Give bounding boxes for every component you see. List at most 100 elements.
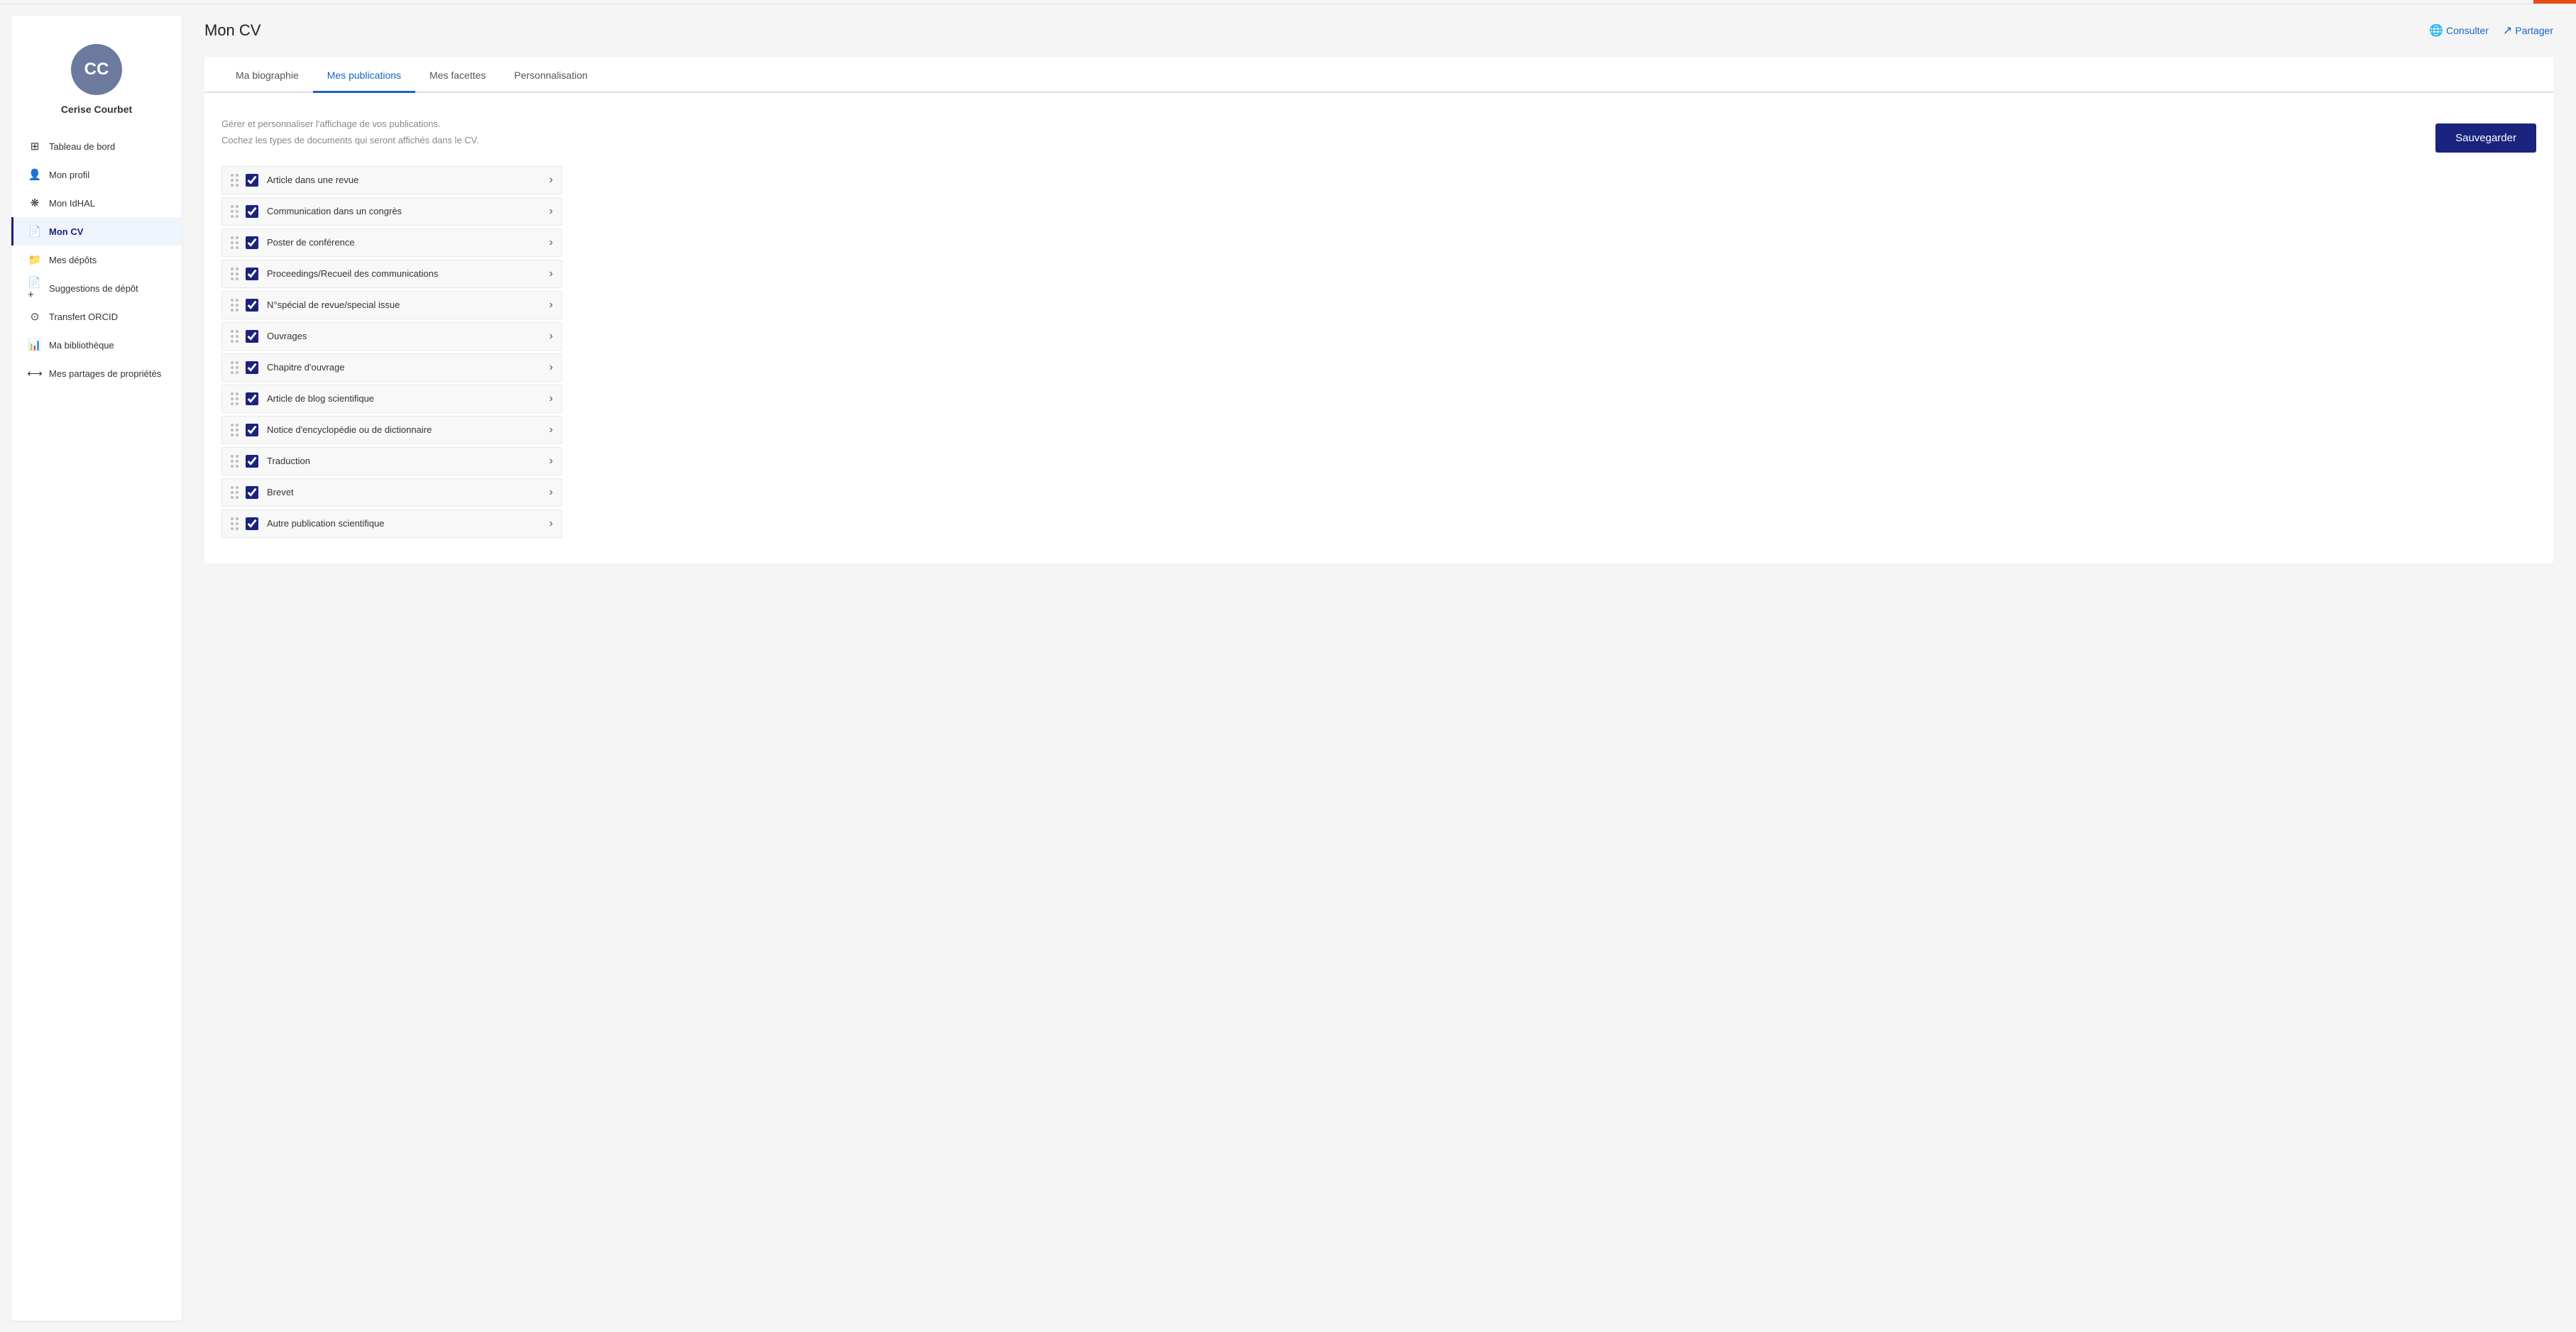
drag-handle-article-blog[interactable] <box>231 392 239 405</box>
pub-item-nspecial-revue[interactable]: N°spécial de revue/special issue › <box>221 291 562 319</box>
pub-checkbox-article-blog[interactable] <box>246 392 258 405</box>
sidebar-item-mon-cv[interactable]: 📄 Mon CV <box>11 217 182 246</box>
pub-checkbox-proceedings-recueil[interactable] <box>246 268 258 280</box>
pub-chevron-ouvrages[interactable]: › <box>549 330 553 343</box>
nav-icon-tableau-de-bord: ⊞ <box>28 139 42 153</box>
sidebar-username: Cerise Courbet <box>61 104 132 115</box>
pub-checkbox-autre-publication[interactable] <box>246 517 258 530</box>
tab-personnalisation[interactable]: Personnalisation <box>500 57 602 93</box>
pub-label-brevet: Brevet <box>267 487 544 497</box>
pub-label-article-revue: Article dans une revue <box>267 175 544 185</box>
pub-item-traduction[interactable]: Traduction › <box>221 447 562 475</box>
pub-label-autre-publication: Autre publication scientifique <box>267 518 544 529</box>
pub-item-proceedings-recueil[interactable]: Proceedings/Recueil des communications › <box>221 260 562 288</box>
tab-mes-publications[interactable]: Mes publications <box>313 57 415 93</box>
pub-chevron-article-blog[interactable]: › <box>549 392 553 405</box>
tab-mes-facettes[interactable]: Mes facettes <box>415 57 500 93</box>
pub-checkbox-brevet[interactable] <box>246 486 258 499</box>
pub-item-communication-congres[interactable]: Communication dans un congrès › <box>221 197 562 226</box>
pub-item-article-blog[interactable]: Article de blog scientifique › <box>221 385 562 413</box>
sidebar: CC Cerise Courbet ⊞ Tableau de bord 👤 Mo… <box>11 16 182 1321</box>
nav-icon-mon-cv: 📄 <box>28 224 42 238</box>
drag-handle-brevet[interactable] <box>231 486 239 499</box>
drag-handle-autre-publication[interactable] <box>231 517 239 530</box>
pub-chevron-proceedings-recueil[interactable]: › <box>549 268 553 280</box>
pub-item-autre-publication[interactable]: Autre publication scientifique › <box>221 510 562 538</box>
pub-item-brevet[interactable]: Brevet › <box>221 478 562 507</box>
sidebar-item-tableau-de-bord[interactable]: ⊞ Tableau de bord <box>11 132 182 160</box>
sidebar-item-mes-depots[interactable]: 📁 Mes dépôts <box>11 246 182 274</box>
pub-checkbox-poster-conference[interactable] <box>246 236 258 249</box>
pub-chevron-article-revue[interactable]: › <box>549 174 553 187</box>
pub-chevron-brevet[interactable]: › <box>549 486 553 499</box>
nav-icon-mes-partages-de-proprietes: ⟷ <box>28 366 42 380</box>
nav-icon-mon-idhal: ❋ <box>28 196 42 210</box>
pub-label-ouvrages: Ouvrages <box>267 331 544 341</box>
sidebar-item-label-mon-idhal: Mon IdHAL <box>49 198 95 209</box>
top-bar-accent <box>2533 0 2576 4</box>
pub-chevron-autre-publication[interactable]: › <box>549 517 553 530</box>
consulter-link[interactable]: 🌐Consulter <box>2429 23 2489 38</box>
drag-handle-nspecial-revue[interactable] <box>231 299 239 312</box>
pub-chevron-notice-encyclopedie[interactable]: › <box>549 424 553 436</box>
partager-link[interactable]: ↗Partager <box>2503 23 2553 38</box>
pub-label-nspecial-revue: N°spécial de revue/special issue <box>267 299 544 310</box>
sidebar-item-mon-idhal[interactable]: ❋ Mon IdHAL <box>11 189 182 217</box>
drag-handle-notice-encyclopedie[interactable] <box>231 424 239 436</box>
pub-label-poster-conference: Poster de conférence <box>267 237 544 248</box>
pub-label-proceedings-recueil: Proceedings/Recueil des communications <box>267 268 544 279</box>
tab-ma-biographie[interactable]: Ma biographie <box>221 57 313 93</box>
nav-icon-mon-profil: 👤 <box>28 167 42 182</box>
sidebar-item-label-tableau-de-bord: Tableau de bord <box>49 141 115 152</box>
main-content: Mon CV 🌐Consulter ↗Partager Ma biographie… <box>182 4 2576 1332</box>
pub-checkbox-traduction[interactable] <box>246 455 258 468</box>
drag-handle-ouvrages[interactable] <box>231 330 239 343</box>
drag-handle-chapitre-ouvrage[interactable] <box>231 361 239 374</box>
partager-icon: ↗ <box>2503 23 2512 38</box>
pub-label-chapitre-ouvrage: Chapitre d'ouvrage <box>267 362 544 373</box>
pub-checkbox-communication-congres[interactable] <box>246 205 258 218</box>
pub-chevron-nspecial-revue[interactable]: › <box>549 299 553 312</box>
sidebar-item-ma-bibliotheque[interactable]: 📊 Ma bibliothèque <box>11 331 182 359</box>
sidebar-item-label-suggestions-de-depot: Suggestions de dépôt <box>49 283 138 294</box>
tabs-container: Ma biographieMes publicationsMes facette… <box>204 57 2553 93</box>
drag-handle-traduction[interactable] <box>231 455 239 468</box>
pub-checkbox-ouvrages[interactable] <box>246 330 258 343</box>
page-header: Mon CV 🌐Consulter ↗Partager <box>204 21 2553 40</box>
drag-handle-poster-conference[interactable] <box>231 236 239 249</box>
pub-item-chapitre-ouvrage[interactable]: Chapitre d'ouvrage › <box>221 353 562 382</box>
sidebar-item-label-ma-bibliotheque: Ma bibliothèque <box>49 340 114 351</box>
sidebar-item-label-mon-profil: Mon profil <box>49 170 89 180</box>
sidebar-item-suggestions-de-depot[interactable]: 📄+ Suggestions de dépôt <box>11 274 182 302</box>
header-actions: 🌐Consulter ↗Partager <box>2429 23 2553 38</box>
pub-label-article-blog: Article de blog scientifique <box>267 393 544 404</box>
pub-checkbox-nspecial-revue[interactable] <box>246 299 258 312</box>
sidebar-item-mes-partages-de-proprietes[interactable]: ⟷ Mes partages de propriétés <box>11 359 182 387</box>
pub-chevron-poster-conference[interactable]: › <box>549 236 553 249</box>
pub-item-article-revue[interactable]: Article dans une revue › <box>221 166 562 194</box>
pub-label-communication-congres: Communication dans un congrès <box>267 206 544 216</box>
pub-label-traduction: Traduction <box>267 456 544 466</box>
publications-list: Article dans une revue › Communication d… <box>221 166 562 538</box>
pub-item-notice-encyclopedie[interactable]: Notice d'encyclopédie ou de dictionnaire… <box>221 416 562 444</box>
pub-item-ouvrages[interactable]: Ouvrages › <box>221 322 562 351</box>
sidebar-user-area: CC Cerise Courbet <box>11 33 182 132</box>
pub-item-poster-conference[interactable]: Poster de conférence › <box>221 229 562 257</box>
pub-chevron-communication-congres[interactable]: › <box>549 205 553 218</box>
pub-checkbox-article-revue[interactable] <box>246 174 258 187</box>
sidebar-item-label-transfert-orcid: Transfert ORCID <box>49 312 118 322</box>
drag-handle-communication-congres[interactable] <box>231 205 239 218</box>
drag-handle-article-revue[interactable] <box>231 174 239 187</box>
pub-checkbox-notice-encyclopedie[interactable] <box>246 424 258 436</box>
sidebar-item-label-mes-partages-de-proprietes: Mes partages de propriétés <box>49 368 161 379</box>
pub-chevron-chapitre-ouvrage[interactable]: › <box>549 361 553 374</box>
save-button[interactable]: Sauvegarder <box>2435 123 2536 153</box>
pub-chevron-traduction[interactable]: › <box>549 455 553 468</box>
pub-checkbox-chapitre-ouvrage[interactable] <box>246 361 258 374</box>
page-title: Mon CV <box>204 21 261 40</box>
sidebar-item-transfert-orcid[interactable]: ⊙ Transfert ORCID <box>11 302 182 331</box>
drag-handle-proceedings-recueil[interactable] <box>231 268 239 280</box>
sidebar-item-mon-profil[interactable]: 👤 Mon profil <box>11 160 182 189</box>
nav-icon-suggestions-de-depot: 📄+ <box>28 281 42 295</box>
sidebar-item-label-mon-cv: Mon CV <box>49 226 83 237</box>
